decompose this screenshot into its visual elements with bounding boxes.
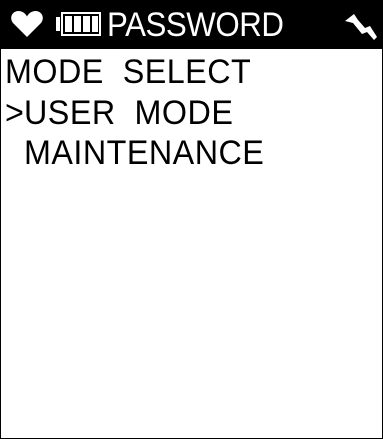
menu-item-label: MAINTENANCE	[24, 134, 265, 172]
menu-item-label: USER MODE	[24, 94, 234, 132]
menu-item-user-mode[interactable]: >USER MODE	[5, 93, 233, 133]
heart-icon	[11, 11, 43, 37]
selection-cursor: >	[5, 94, 25, 132]
mode-select-heading: MODE SELECT	[5, 53, 252, 91]
screen-title: PASSWORD	[107, 6, 284, 44]
signal-icon	[345, 14, 377, 40]
status-bar: PASSWORD	[1, 1, 382, 49]
lcd-screen: PASSWORD MODE SELECT >USER MODE MAINTENA…	[0, 0, 383, 439]
battery-icon	[56, 12, 101, 36]
menu-item-maintenance[interactable]: MAINTENANCE	[5, 133, 264, 173]
